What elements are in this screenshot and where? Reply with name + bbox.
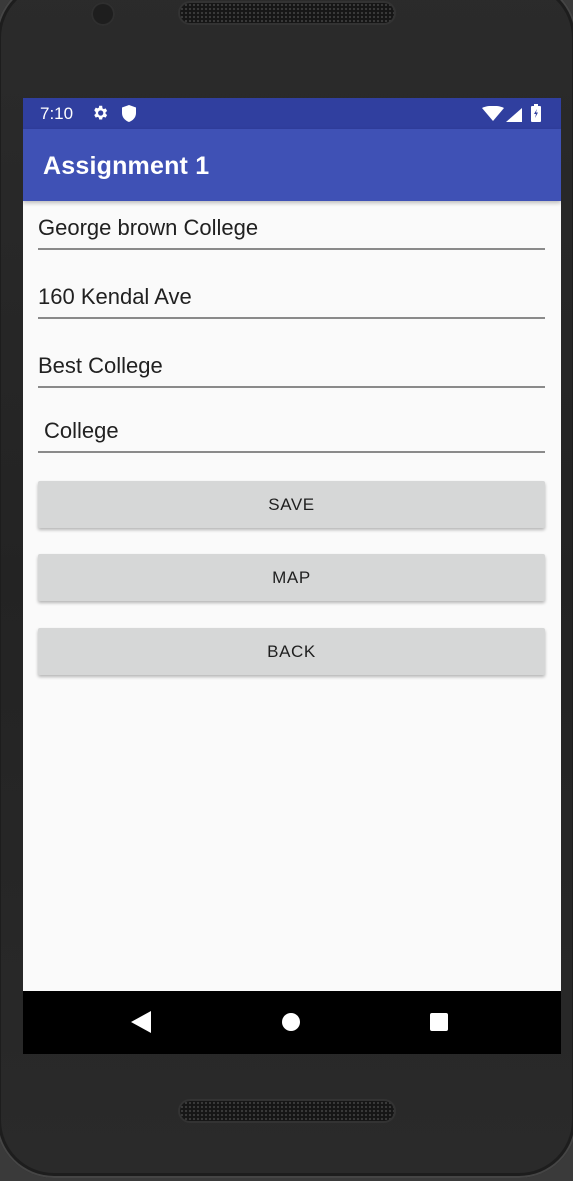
- description-field[interactable]: [38, 348, 545, 388]
- shield-icon: [122, 105, 136, 126]
- status-time: 7:10: [40, 104, 74, 123]
- app-title: Assignment 1: [43, 152, 210, 180]
- bottom-speaker-grille: [180, 1101, 394, 1121]
- wifi-icon: [482, 105, 504, 125]
- back-button[interactable]: BACK: [38, 628, 545, 675]
- battery-icon: [531, 104, 541, 126]
- map-button[interactable]: MAP: [38, 554, 545, 601]
- nav-home-icon[interactable]: [281, 1012, 301, 1036]
- address-field[interactable]: [38, 279, 545, 319]
- status-bar: 7:10: [23, 98, 561, 129]
- device-screen: 7:10 Assignment 1 George brown College 1…: [23, 98, 561, 1054]
- navigation-bar: [23, 991, 561, 1054]
- name-field[interactable]: [38, 210, 545, 250]
- nav-back-icon[interactable]: [130, 1010, 152, 1038]
- gear-icon: [91, 104, 109, 126]
- save-button[interactable]: SAVE: [38, 481, 545, 528]
- front-camera: [91, 2, 115, 26]
- top-speaker-grille: [180, 3, 394, 23]
- nav-recent-apps-icon[interactable]: [429, 1012, 449, 1036]
- app-bar: Assignment 1: [23, 129, 561, 201]
- signal-icon: [506, 107, 522, 126]
- category-field[interactable]: [38, 413, 545, 453]
